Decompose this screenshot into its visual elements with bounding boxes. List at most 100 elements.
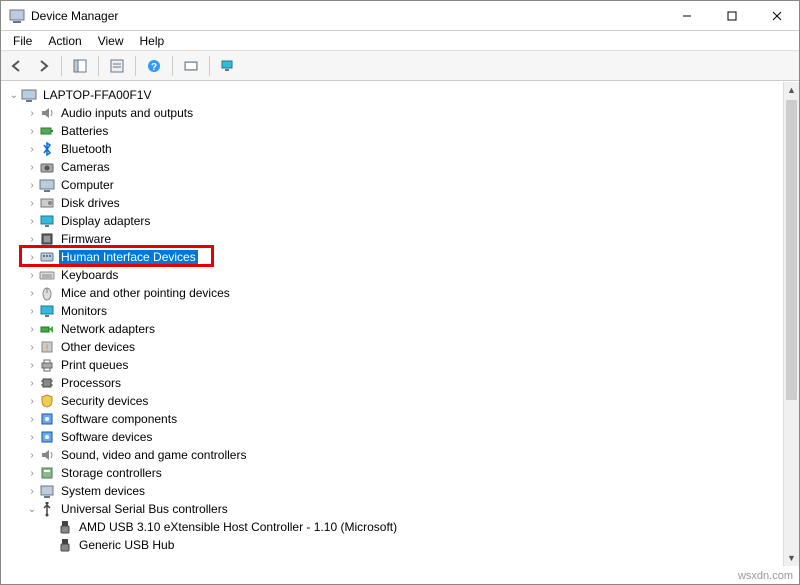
tree-category[interactable]: › Processors bbox=[1, 374, 783, 392]
tree-item-label: Firmware bbox=[59, 232, 113, 246]
tree-item-label: AMD USB 3.10 eXtensible Host Controller … bbox=[77, 520, 399, 534]
content-area: ⌄ LAPTOP-FFA00F1V › Audio inputs and output… bbox=[1, 82, 799, 566]
tree-category[interactable]: › Human Interface Devices bbox=[1, 248, 783, 266]
nav-back-button[interactable] bbox=[5, 54, 29, 78]
expand-icon[interactable]: › bbox=[25, 428, 39, 446]
tree-item-label: Sound, video and game controllers bbox=[59, 448, 248, 462]
monitor-icon bbox=[39, 303, 55, 319]
expand-icon[interactable]: › bbox=[25, 446, 39, 464]
tree-category[interactable]: ›Software devices bbox=[1, 428, 783, 446]
collapse-icon[interactable]: ⌄ bbox=[7, 86, 21, 104]
tree-item-label: Universal Serial Bus controllers bbox=[59, 502, 230, 516]
expand-icon[interactable]: › bbox=[25, 284, 39, 302]
devices-view-button[interactable] bbox=[216, 54, 240, 78]
expand-icon[interactable]: › bbox=[25, 392, 39, 410]
tree-item-label: Security devices bbox=[59, 394, 150, 408]
bluetooth-icon bbox=[39, 141, 55, 157]
menu-action[interactable]: Action bbox=[40, 32, 89, 50]
tree-category[interactable]: ›Computer bbox=[1, 176, 783, 194]
expand-icon[interactable]: › bbox=[25, 176, 39, 194]
minimize-button[interactable] bbox=[664, 1, 709, 31]
usb-device-icon bbox=[57, 519, 73, 535]
expand-icon[interactable]: › bbox=[25, 338, 39, 356]
tree-category[interactable]: › Firmware bbox=[1, 230, 783, 248]
tree-category[interactable]: ›Cameras bbox=[1, 158, 783, 176]
toolbar-separator bbox=[209, 56, 210, 76]
scroll-down-arrow-icon[interactable]: ▼ bbox=[784, 550, 799, 566]
camera-icon bbox=[39, 159, 55, 175]
tree-category[interactable]: › Security devices bbox=[1, 392, 783, 410]
help-button[interactable]: ? bbox=[142, 54, 166, 78]
watermark-text: wsxdn.com bbox=[738, 570, 793, 582]
printer-icon bbox=[39, 357, 55, 373]
tree-item-label: Monitors bbox=[59, 304, 109, 318]
menu-view[interactable]: View bbox=[90, 32, 132, 50]
tree-item-label: Audio inputs and outputs bbox=[59, 106, 195, 120]
tree-category[interactable]: ›Disk drives bbox=[1, 194, 783, 212]
menu-bar: File Action View Help bbox=[1, 31, 799, 51]
expand-icon[interactable]: › bbox=[25, 464, 39, 482]
scroll-up-arrow-icon[interactable]: ▲ bbox=[784, 82, 799, 98]
expand-icon[interactable]: › bbox=[25, 356, 39, 374]
title-bar: Device Manager bbox=[1, 1, 799, 31]
expand-icon[interactable]: › bbox=[25, 212, 39, 230]
expand-icon[interactable]: › bbox=[25, 482, 39, 500]
expand-icon[interactable]: › bbox=[25, 302, 39, 320]
tree-item-label: Human Interface Devices bbox=[59, 250, 198, 264]
tree-category[interactable]: › Monitors bbox=[1, 302, 783, 320]
close-button[interactable] bbox=[754, 1, 799, 31]
expand-icon[interactable]: › bbox=[25, 158, 39, 176]
tree-device[interactable]: Generic USB Hub bbox=[1, 536, 783, 554]
tree-category[interactable]: › Software components bbox=[1, 410, 783, 428]
tree-device[interactable]: AMD USB 3.10 eXtensible Host Controller … bbox=[1, 518, 783, 536]
expand-icon[interactable]: › bbox=[25, 374, 39, 392]
tree-item-label: LAPTOP-FFA00F1V bbox=[41, 88, 154, 102]
expand-icon[interactable]: › bbox=[25, 194, 39, 212]
toolbar-separator bbox=[98, 56, 99, 76]
tree-item-label: Software components bbox=[59, 412, 179, 426]
expand-icon[interactable]: › bbox=[25, 320, 39, 338]
tree-item-label: Processors bbox=[59, 376, 123, 390]
expand-icon[interactable]: › bbox=[25, 248, 39, 266]
battery-icon bbox=[39, 123, 55, 139]
maximize-button[interactable] bbox=[709, 1, 754, 31]
tree-category[interactable]: ›System devices bbox=[1, 482, 783, 500]
scrollbar-thumb[interactable] bbox=[786, 100, 797, 400]
tree-item-label: Generic USB Hub bbox=[77, 538, 176, 552]
toolbar-separator bbox=[61, 56, 62, 76]
expand-icon[interactable]: › bbox=[25, 122, 39, 140]
tree-category[interactable]: ⌄ Universal Serial Bus controllers bbox=[1, 500, 783, 518]
tree-category[interactable]: › Audio inputs and outputs bbox=[1, 104, 783, 122]
svg-text:?: ? bbox=[151, 62, 157, 73]
tree-category[interactable]: ›Mice and other pointing devices bbox=[1, 284, 783, 302]
tree-category[interactable]: › Storage controllers bbox=[1, 464, 783, 482]
tree-category[interactable]: ›!Other devices bbox=[1, 338, 783, 356]
menu-file[interactable]: File bbox=[5, 32, 40, 50]
collapse-icon[interactable]: ⌄ bbox=[25, 500, 39, 518]
toolbar-separator bbox=[172, 56, 173, 76]
tree-category[interactable]: ›Display adapters bbox=[1, 212, 783, 230]
app-icon bbox=[9, 8, 25, 24]
vertical-scrollbar[interactable]: ▲ ▼ bbox=[783, 82, 799, 566]
show-hide-tree-button[interactable] bbox=[68, 54, 92, 78]
device-tree[interactable]: ⌄ LAPTOP-FFA00F1V › Audio inputs and output… bbox=[1, 82, 783, 558]
tree-item-label: Storage controllers bbox=[59, 466, 164, 480]
properties-button[interactable] bbox=[105, 54, 129, 78]
tree-category[interactable]: ›Bluetooth bbox=[1, 140, 783, 158]
nav-forward-button[interactable] bbox=[31, 54, 55, 78]
menu-help[interactable]: Help bbox=[132, 32, 173, 50]
scan-hardware-button[interactable] bbox=[179, 54, 203, 78]
expand-icon[interactable]: › bbox=[25, 230, 39, 248]
tree-category[interactable]: ›Print queues bbox=[1, 356, 783, 374]
tree-category[interactable]: ›Batteries bbox=[1, 122, 783, 140]
tree-root-computer[interactable]: ⌄ LAPTOP-FFA00F1V bbox=[1, 86, 783, 104]
expand-icon[interactable]: › bbox=[25, 266, 39, 284]
expand-icon[interactable]: › bbox=[25, 410, 39, 428]
tree-category[interactable]: ›Network adapters bbox=[1, 320, 783, 338]
hid-icon bbox=[39, 249, 55, 265]
expand-icon[interactable]: › bbox=[25, 104, 39, 122]
tree-category[interactable]: ›Keyboards bbox=[1, 266, 783, 284]
expand-icon[interactable]: › bbox=[25, 140, 39, 158]
toolbar: ? bbox=[1, 51, 799, 81]
tree-category[interactable]: › Sound, video and game controllers bbox=[1, 446, 783, 464]
